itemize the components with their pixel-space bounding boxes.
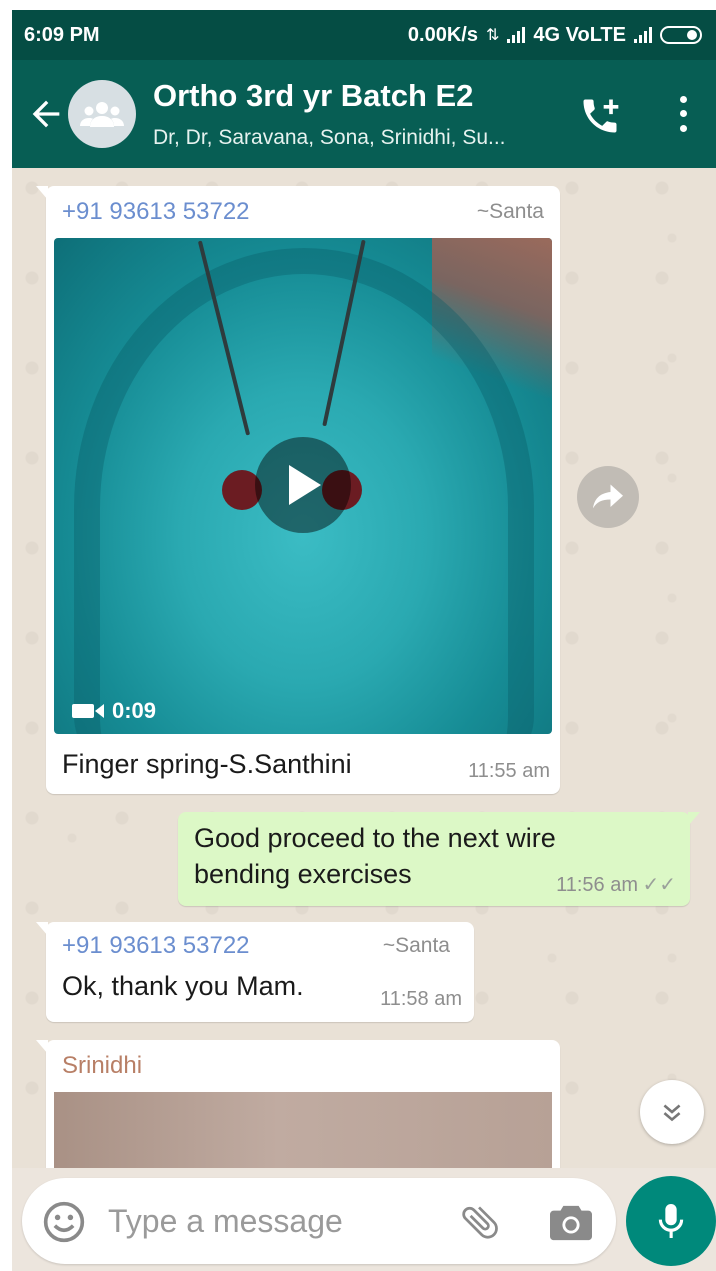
image-message[interactable]: Srinidhi <box>36 1040 560 1168</box>
incoming-message[interactable]: +91 93613 53722 ~Santa Ok, thank you Mam… <box>36 922 474 1022</box>
network-type: 4G VoLTE <box>533 23 626 46</box>
signal-icon <box>507 27 526 43</box>
scroll-down-button[interactable] <box>640 1080 704 1144</box>
compose-bar <box>22 1178 616 1264</box>
back-arrow-icon[interactable] <box>26 94 66 134</box>
attach-icon[interactable] <box>458 1200 502 1244</box>
forward-icon <box>593 484 623 509</box>
message-push-name: ~Santa <box>382 934 450 957</box>
message-text: Ok, thank you Mam. <box>62 971 304 1001</box>
message-sender[interactable]: +91 93613 53722 <box>62 932 250 960</box>
video-thumbnail[interactable]: 0:09 <box>54 238 552 734</box>
video-duration-text: 0:09 <box>112 698 157 723</box>
group-avatar-icon <box>80 102 124 127</box>
emoji-icon[interactable] <box>42 1200 86 1244</box>
chat-area[interactable]: +91 93613 53722 ~Santa 0:09 Finger sprin… <box>12 168 716 1168</box>
battery-icon <box>660 26 702 44</box>
status-time: 6:09 PM <box>24 23 100 46</box>
outgoing-message[interactable]: Good proceed to the next wire bending ex… <box>178 812 700 906</box>
video-message[interactable]: +91 93613 53722 ~Santa 0:09 Finger sprin… <box>36 186 560 794</box>
signal-icon-2 <box>634 27 652 43</box>
video-camera-icon <box>72 704 104 718</box>
play-button[interactable] <box>255 437 351 533</box>
message-time: 11:58 am <box>380 988 462 1010</box>
chat-header: Ortho 3rd yr Batch E2 Dr, Dr, Saravana, … <box>12 60 716 168</box>
status-indicators: 0.00K/s ⇅ 4G VoLTE <box>408 24 702 47</box>
double-check-icon: ✓✓ <box>642 874 676 896</box>
video-caption: Finger spring-S.Santhini <box>62 749 352 779</box>
double-chevron-down-icon <box>663 1104 681 1122</box>
more-vert-icon[interactable] <box>672 92 694 136</box>
data-arrows-icon: ⇅ <box>485 27 500 44</box>
message-sender[interactable]: Srinidhi <box>62 1052 142 1080</box>
phone-screen: 6:09 PM 0.00K/s ⇅ 4G VoLTE Ortho 3rd yr … <box>12 10 716 1271</box>
message-time: 11:55 am <box>468 760 550 782</box>
message-time: 11:56 am <box>556 874 638 896</box>
message-push-name: ~Santa <box>476 200 544 223</box>
chat-members[interactable]: Dr, Dr, Saravana, Sona, Srinidhi, Su... <box>153 126 506 150</box>
status-bar: 6:09 PM 0.00K/s ⇅ 4G VoLTE <box>12 10 716 60</box>
message-sender[interactable]: +91 93613 53722 <box>62 198 250 226</box>
mic-button[interactable] <box>626 1176 716 1266</box>
message-text-line1: Good proceed to the next wire <box>194 823 556 853</box>
video-duration: 0:09 <box>72 698 156 724</box>
message-text-line2: bending exercises <box>194 859 412 889</box>
chat-title[interactable]: Ortho 3rd yr Batch E2 <box>153 78 473 114</box>
camera-icon[interactable] <box>548 1202 594 1244</box>
group-avatar[interactable] <box>68 80 136 148</box>
forward-button[interactable] <box>577 466 639 528</box>
image-thumbnail[interactable] <box>54 1092 552 1168</box>
message-input[interactable] <box>108 1196 428 1246</box>
play-icon <box>289 465 321 505</box>
net-speed: 0.00K/s <box>407 23 478 46</box>
add-call-icon[interactable] <box>578 94 622 138</box>
mic-icon <box>658 1204 684 1238</box>
